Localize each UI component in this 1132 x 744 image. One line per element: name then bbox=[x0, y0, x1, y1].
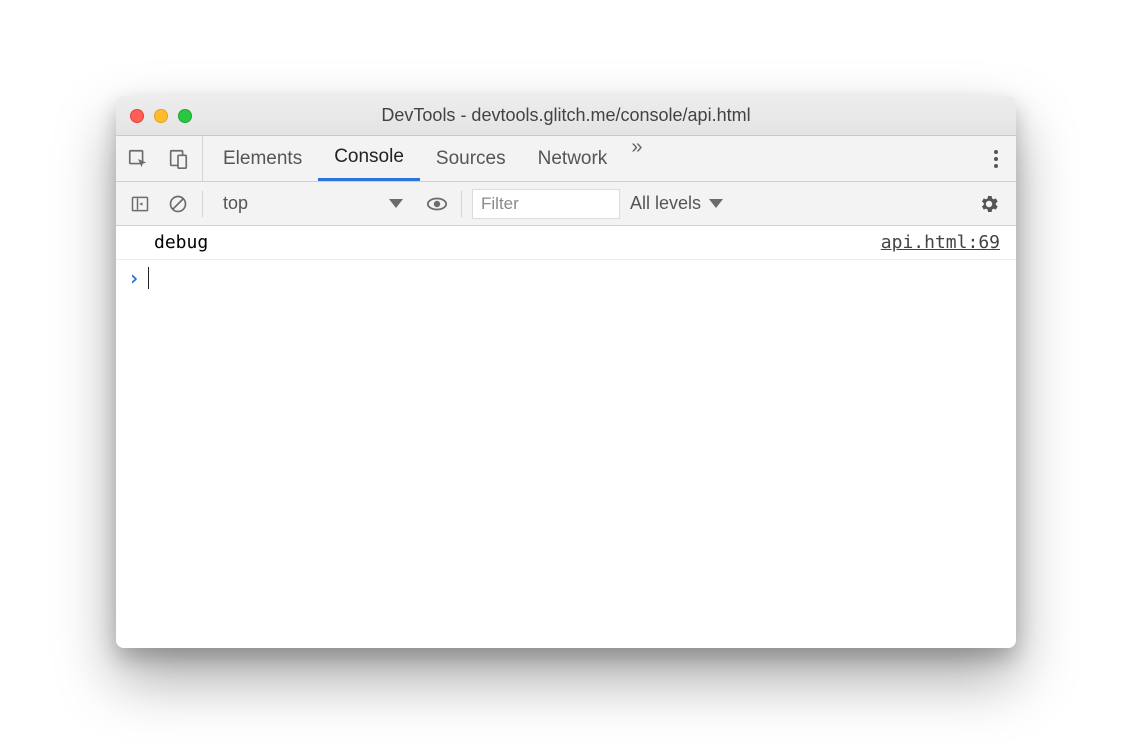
log-message-text: debug bbox=[154, 232, 208, 253]
log-source-link[interactable]: api.html:69 bbox=[881, 232, 1000, 253]
tab-elements[interactable]: Elements bbox=[207, 136, 318, 181]
settings-menu-icon[interactable] bbox=[984, 150, 1008, 168]
separator bbox=[461, 191, 462, 217]
clear-console-icon[interactable] bbox=[164, 190, 192, 218]
chevron-down-icon bbox=[709, 199, 723, 208]
tab-network[interactable]: Network bbox=[522, 136, 624, 181]
panel-tabs: Elements Console Sources Network » bbox=[116, 136, 1016, 182]
titlebar: DevTools - devtools.glitch.me/console/ap… bbox=[116, 96, 1016, 136]
tab-console[interactable]: Console bbox=[318, 136, 420, 181]
log-levels-selector[interactable]: All levels bbox=[630, 193, 723, 214]
device-toolbar-icon[interactable] bbox=[164, 145, 192, 173]
tab-sources[interactable]: Sources bbox=[420, 136, 522, 181]
execution-context-selector[interactable]: top bbox=[213, 193, 413, 214]
toggle-console-sidebar-icon[interactable] bbox=[126, 190, 154, 218]
more-tabs-icon[interactable]: » bbox=[623, 136, 650, 181]
log-levels-label: All levels bbox=[630, 193, 701, 214]
log-message-row: debug api.html:69 bbox=[116, 226, 1016, 260]
live-expression-icon[interactable] bbox=[423, 190, 451, 218]
console-settings-icon[interactable] bbox=[978, 190, 1006, 218]
execution-context-label: top bbox=[223, 193, 248, 214]
window-title: DevTools - devtools.glitch.me/console/ap… bbox=[116, 105, 1016, 126]
inspect-element-icon[interactable] bbox=[124, 145, 152, 173]
devtools-window: DevTools - devtools.glitch.me/console/ap… bbox=[116, 96, 1016, 648]
prompt-chevron-icon: › bbox=[128, 266, 140, 290]
console-toolbar: top All levels bbox=[116, 182, 1016, 226]
chevron-down-icon bbox=[389, 199, 403, 208]
console-output: debug api.html:69 › bbox=[116, 226, 1016, 648]
console-prompt[interactable]: › bbox=[116, 260, 1016, 296]
separator bbox=[202, 191, 203, 217]
text-cursor bbox=[148, 267, 149, 289]
filter-input[interactable] bbox=[472, 189, 620, 219]
